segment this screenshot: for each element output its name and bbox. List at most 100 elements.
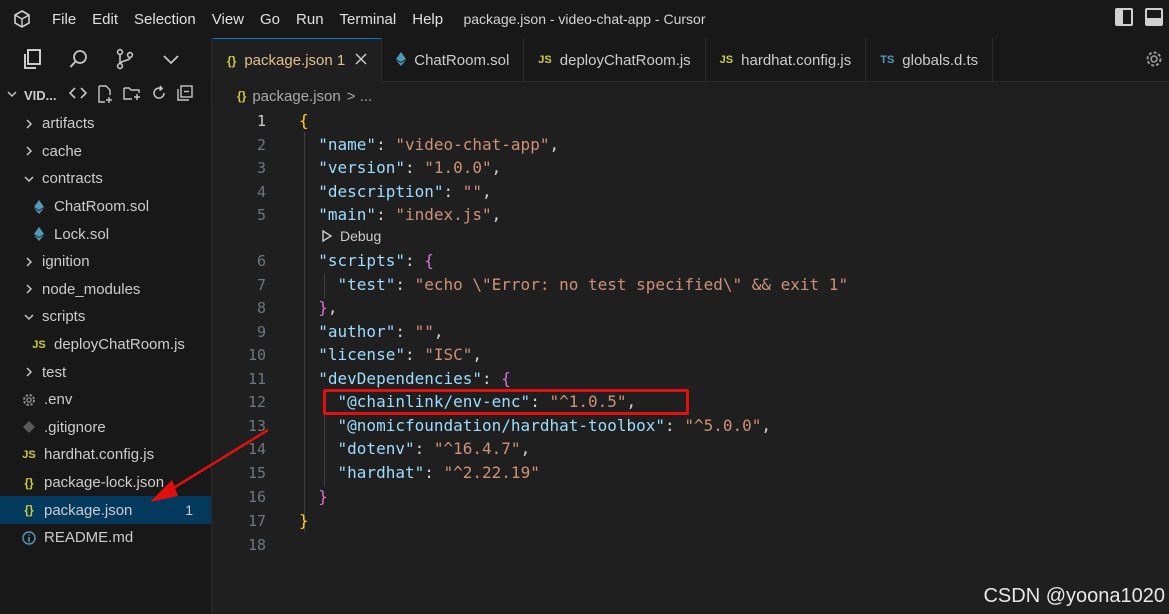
tree-item-label: hardhat.config.js bbox=[44, 446, 155, 464]
code-line: 4 "description": "", bbox=[213, 180, 492, 204]
menu-item-run[interactable]: Run bbox=[288, 11, 332, 28]
code-text: { bbox=[299, 111, 309, 130]
tree-file[interactable]: JS deployChatRoom.js bbox=[0, 331, 211, 359]
code-line: 3 "version": "1.0.0", bbox=[213, 156, 501, 180]
line-number: 18 bbox=[247, 535, 266, 554]
code-text: "test": "echo \"Error: no test specified… bbox=[299, 275, 849, 295]
editor-tab[interactable]: JS deployChatRoom.js bbox=[524, 38, 706, 82]
chevron-down-icon bbox=[22, 311, 36, 323]
tree-file[interactable]: {} package-lock.json bbox=[0, 469, 211, 497]
tree-folder[interactable]: cache bbox=[0, 138, 211, 166]
tree-item-label: package-lock.json bbox=[44, 474, 165, 492]
tree-item-label: .env bbox=[44, 391, 73, 409]
chevron-down-icon[interactable] bbox=[6, 88, 18, 103]
js-file-icon: JS bbox=[22, 448, 36, 461]
tree-file[interactable]: {} package.json 1 bbox=[0, 496, 211, 524]
menu-item-edit[interactable]: Edit bbox=[84, 11, 126, 28]
new-folder-icon[interactable] bbox=[122, 85, 141, 106]
editor-tab[interactable]: JS hardhat.config.js bbox=[706, 38, 867, 82]
workspace-folder-name[interactable]: VID... bbox=[24, 88, 57, 103]
gear-icon[interactable] bbox=[1145, 50, 1163, 72]
code-editor[interactable]: Debug 1{2 "name": "video-chat-app", 3 "ve… bbox=[213, 108, 1169, 614]
code-text: "author": "", bbox=[299, 322, 443, 342]
new-file-icon[interactable] bbox=[97, 84, 113, 106]
line-number: 5 bbox=[256, 205, 266, 224]
activity-bar bbox=[0, 38, 211, 80]
code-icon[interactable] bbox=[68, 85, 87, 106]
toggle-sidebar-icon[interactable] bbox=[1115, 8, 1133, 26]
explorer-icon[interactable] bbox=[22, 48, 44, 70]
code-token: "author" bbox=[318, 322, 396, 342]
tree-file[interactable]: ChatRoom.sol bbox=[0, 193, 211, 221]
close-icon[interactable] bbox=[355, 52, 367, 70]
tree-file[interactable]: Lock.sol bbox=[0, 220, 211, 248]
code-token: , bbox=[549, 135, 560, 155]
refresh-icon[interactable] bbox=[151, 85, 167, 106]
chevron-right-icon bbox=[22, 256, 36, 268]
menu-item-go[interactable]: Go bbox=[252, 11, 288, 28]
file-tree: artifacts cache contracts ChatRoom.sol Lock.… bbox=[0, 110, 211, 552]
line-number: 15 bbox=[247, 463, 266, 482]
tree-folder[interactable]: ignition bbox=[0, 248, 211, 276]
code-token: , bbox=[482, 182, 492, 202]
line-number: 2 bbox=[256, 135, 266, 154]
code-token: { bbox=[424, 251, 434, 271]
menu-item-view[interactable]: View bbox=[204, 11, 252, 28]
chevron-right-icon bbox=[22, 145, 36, 157]
tree-item-label: ignition bbox=[42, 253, 90, 271]
line-number: 16 bbox=[247, 487, 266, 506]
solidity-file-icon bbox=[30, 199, 48, 214]
tree-file[interactable]: .env bbox=[0, 386, 211, 414]
json-file-icon: {} bbox=[237, 89, 247, 103]
debug-codelens[interactable]: Debug bbox=[320, 225, 381, 247]
cursor-logo-icon[interactable] bbox=[0, 0, 44, 38]
code-line: 5 "main": "index.js", bbox=[213, 203, 501, 227]
breadcrumb-separator[interactable]: > ... bbox=[347, 88, 372, 105]
tree-folder[interactable]: test bbox=[0, 358, 211, 386]
tree-folder[interactable]: node_modules bbox=[0, 276, 211, 304]
code-line: 1{ bbox=[213, 109, 309, 133]
code-token: "test" bbox=[337, 275, 396, 295]
watermark: CSDN @yoona1020 bbox=[983, 585, 1165, 607]
code-token: "dotenv" bbox=[337, 439, 415, 459]
code-token: "^2.22.19" bbox=[443, 463, 540, 483]
editor-tab[interactable]: TS globals.d.ts bbox=[866, 38, 994, 82]
tree-file[interactable]: .gitignore bbox=[0, 414, 211, 442]
search-icon[interactable] bbox=[68, 48, 90, 70]
editor-tab[interactable]: {} package.json 1 bbox=[213, 38, 383, 82]
tree-item-label: Lock.sol bbox=[54, 225, 110, 243]
tree-folder[interactable]: contracts bbox=[0, 165, 211, 193]
menu-item-help[interactable]: Help bbox=[404, 11, 451, 28]
code-token: "1.0.0" bbox=[424, 158, 492, 178]
editor-tab[interactable]: ChatRoom.sol bbox=[382, 38, 525, 82]
js-file-icon: JS bbox=[719, 54, 734, 66]
source-control-icon[interactable] bbox=[114, 48, 136, 70]
tree-folder[interactable]: artifacts bbox=[0, 110, 211, 138]
tab-label: hardhat.config.js bbox=[741, 51, 852, 69]
code-line: 8 }, bbox=[213, 296, 338, 320]
line-number: 7 bbox=[256, 275, 266, 294]
code-line: 10 "license": "ISC", bbox=[213, 343, 482, 367]
menu-item-terminal[interactable]: Terminal bbox=[332, 11, 405, 28]
code-token: : bbox=[376, 205, 396, 225]
collapse-all-icon[interactable] bbox=[176, 84, 193, 106]
code-token: "hardhat" bbox=[337, 463, 425, 483]
line-number: 1 bbox=[256, 111, 266, 130]
code-text: "version": "1.0.0", bbox=[299, 158, 501, 177]
tree-file[interactable]: JS hardhat.config.js bbox=[0, 441, 211, 469]
chevron-right-icon bbox=[22, 118, 36, 130]
chevron-down-icon[interactable] bbox=[160, 48, 182, 70]
breadcrumb-file[interactable]: package.json bbox=[252, 88, 340, 105]
code-token: } bbox=[299, 511, 309, 531]
code-token: : bbox=[395, 322, 415, 342]
tree-file[interactable]: README.md bbox=[0, 524, 211, 552]
toggle-panel-icon[interactable] bbox=[1145, 8, 1163, 26]
menu-item-selection[interactable]: Selection bbox=[126, 11, 204, 28]
code-token: "echo \"Error: no test specified\" && ex… bbox=[414, 275, 849, 295]
code-token: "^5.0.0" bbox=[684, 416, 762, 436]
tree-folder[interactable]: scripts bbox=[0, 303, 211, 331]
menu-item-file[interactable]: File bbox=[44, 11, 84, 28]
